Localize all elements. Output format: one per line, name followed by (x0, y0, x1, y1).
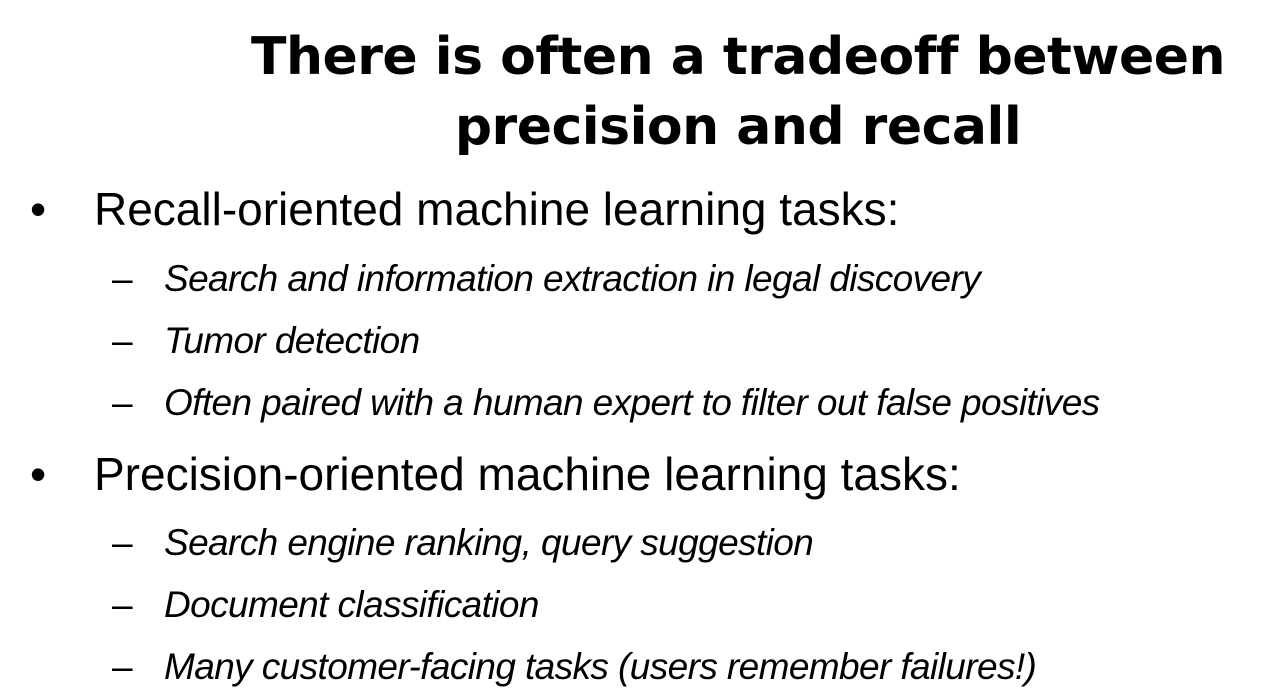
sub-item-text: Tumor detection (164, 320, 420, 361)
slide-title-line-2: precision and recall (454, 97, 1022, 157)
sub-item-text: Many customer-facing tasks (users rememb… (164, 646, 1037, 687)
sub-item-text: Document classification (164, 584, 539, 625)
dash-marker: – (112, 584, 133, 625)
dash-marker: – (112, 320, 133, 361)
bullet-dot: • (30, 448, 47, 500)
dash-marker: – (112, 382, 133, 423)
dash-marker: – (112, 646, 133, 687)
slide-title: There is often a tradeoff between precis… (200, 22, 1276, 162)
bullet-dot: • (30, 183, 47, 235)
sub-item-text: Search engine ranking, query suggestion (164, 522, 814, 563)
dash-marker: – (112, 522, 133, 563)
sub-item-text: Often paired with a human expert to filt… (164, 382, 1100, 423)
sub-item-text: Search and information extraction in leg… (164, 258, 981, 299)
slide-title-line-1: There is often a tradeoff between (250, 27, 1226, 87)
dash-marker: – (112, 258, 133, 299)
bullet-heading: Recall-oriented machine learning tasks: (94, 183, 900, 235)
bullet-heading: Precision-oriented machine learning task… (94, 448, 961, 500)
